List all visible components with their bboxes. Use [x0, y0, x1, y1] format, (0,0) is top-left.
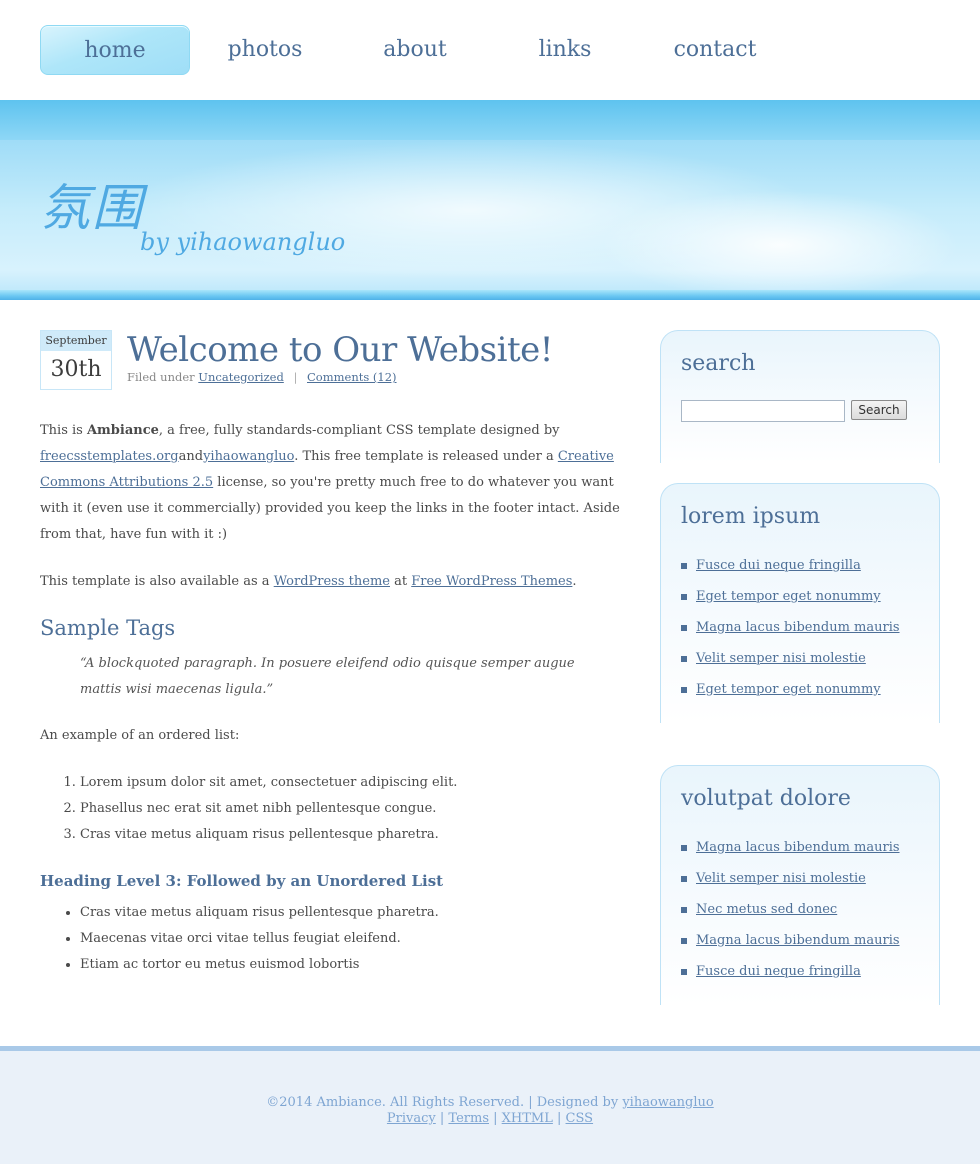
text: This template is also available as a: [40, 574, 274, 589]
sidebar-link[interactable]: Magna lacus bibendum mauris: [696, 840, 900, 855]
list-item: Magna lacus bibendum mauris: [681, 612, 900, 643]
sidebar-link[interactable]: Velit semper nisi molestie: [696, 871, 866, 886]
unordered-list-item: Cras vitae metus aliquam risus pellentes…: [80, 900, 625, 926]
footer-separator: |: [435, 1111, 449, 1126]
meta-separator: |: [293, 370, 298, 384]
heading-level-3: Heading Level 3: Followed by an Unordere…: [40, 872, 444, 890]
site-subtitle: by yihaowangluo: [140, 228, 346, 256]
search-title: search: [681, 351, 756, 376]
footer-copyright: ©2014 Ambiance. All Rights Reserved. | D…: [0, 1095, 980, 1111]
footer-links: Privacy | Terms | XHTML | CSS: [0, 1111, 980, 1127]
footer-link-privacy[interactable]: Privacy: [387, 1111, 436, 1126]
list-item: Magna lacus bibendum mauris: [681, 832, 900, 863]
post-title: Welcome to Our Website!: [127, 330, 553, 370]
nav-item-about[interactable]: about: [340, 25, 490, 75]
post-date-day: 30th: [50, 357, 102, 382]
brand-name: Ambiance: [86, 423, 159, 438]
search-button[interactable]: Search: [851, 400, 907, 420]
volutpat-dolore-list: Magna lacus bibendum mauris Velit semper…: [681, 832, 900, 987]
lorem-ipsum-box: lorem ipsum Fusce dui neque fringilla Eg…: [660, 483, 940, 723]
unordered-list: Cras vitae metus aliquam risus pellentes…: [80, 900, 625, 978]
search-box: search Search: [660, 330, 940, 463]
sidebar-link[interactable]: Magna lacus bibendum mauris: [696, 933, 900, 948]
list-item: Velit semper nisi molestie: [681, 643, 900, 674]
ordered-list-item: Phasellus nec erat sit amet nibh pellent…: [80, 796, 625, 822]
nav-item-contact[interactable]: contact: [640, 25, 790, 75]
list-item: Nec metus sed donec: [681, 894, 900, 925]
header-banner: 氛围 by yihaowangluo: [0, 100, 980, 300]
text: at: [389, 574, 412, 589]
footer: ©2014 Ambiance. All Rights Reserved. | D…: [0, 1046, 980, 1164]
post-body: This is Ambiance, a free, fully standard…: [40, 418, 625, 978]
freecsstemplates-link[interactable]: freecsstemplates.org: [40, 449, 179, 464]
site-title: 氛围: [40, 179, 144, 237]
list-item: Eget tempor eget nonummy: [681, 581, 900, 612]
volutpat-dolore-title: volutpat dolore: [681, 786, 851, 811]
banner-top-strip: [0, 100, 980, 140]
nav-item-photos[interactable]: photos: [190, 25, 340, 75]
sidebar-link[interactable]: Fusce dui neque fringilla: [696, 558, 861, 573]
filed-under-label: Filed under: [127, 370, 195, 384]
unordered-list-item: Maecenas vitae orci vitae tellus feugiat…: [80, 926, 625, 952]
blockquote: “A blockquoted paragraph. In posuere ele…: [80, 656, 575, 697]
free-wordpress-themes-link[interactable]: Free WordPress Themes: [411, 574, 572, 589]
post-date: September 30th: [40, 330, 112, 390]
text: . This free template is released under a: [294, 449, 558, 464]
sidebar-link[interactable]: Nec metus sed donec: [696, 902, 837, 917]
banner-cloud-highlight: [600, 190, 960, 300]
ordered-list-item: Lorem ipsum dolor sit amet, consectetuer…: [80, 770, 625, 796]
text: .: [572, 574, 577, 589]
ordered-list: Lorem ipsum dolor sit amet, consectetuer…: [80, 770, 625, 848]
ordered-list-intro: An example of an ordered list:: [40, 728, 240, 743]
list-item: Eget tempor eget nonummy: [681, 674, 900, 705]
wordpress-paragraph: This template is also available as a Wor…: [40, 569, 625, 595]
volutpat-dolore-box: volutpat dolore Magna lacus bibendum mau…: [660, 765, 940, 1005]
list-item: Fusce dui neque fringilla: [681, 956, 900, 987]
intro-paragraph: This is Ambiance, a free, fully standard…: [40, 418, 625, 548]
comments-link[interactable]: Comments (12): [307, 370, 397, 384]
unordered-list-item: Etiam ac tortor eu metus euismod loborti…: [80, 952, 625, 978]
sidebar-link[interactable]: Magna lacus bibendum mauris: [696, 620, 900, 635]
sidebar-link[interactable]: Velit semper nisi molestie: [696, 651, 866, 666]
sidebar-link[interactable]: Eget tempor eget nonummy: [696, 682, 881, 697]
search-input[interactable]: [681, 400, 845, 422]
text: and: [178, 449, 204, 464]
wordpress-theme-link[interactable]: WordPress theme: [274, 574, 390, 589]
footer-link-css[interactable]: CSS: [566, 1111, 594, 1126]
nav-item-links[interactable]: links: [490, 25, 640, 75]
lorem-ipsum-list: Fusce dui neque fringilla Eget tempor eg…: [681, 550, 900, 705]
ordered-list-item: Cras vitae metus aliquam risus pellentes…: [80, 822, 625, 848]
list-item: Magna lacus bibendum mauris: [681, 925, 900, 956]
footer-separator: |: [489, 1111, 502, 1126]
footer-designer-link[interactable]: yihaowangluo: [622, 1095, 713, 1110]
category-link[interactable]: Uncategorized: [198, 370, 284, 384]
sidebar-link[interactable]: Fusce dui neque fringilla: [696, 964, 861, 979]
list-item: Fusce dui neque fringilla: [681, 550, 900, 581]
banner-bottom-strip: [0, 290, 980, 300]
post-meta: Filed under Uncategorized | Comments (12…: [127, 368, 397, 386]
footer-link-terms[interactable]: Terms: [448, 1111, 489, 1126]
top-navigation: home photos about links contact: [0, 0, 980, 100]
sidebar-link[interactable]: Eget tempor eget nonummy: [696, 589, 881, 604]
sample-tags-heading: Sample Tags: [40, 616, 176, 640]
nav-item-home[interactable]: home: [40, 25, 190, 75]
list-item: Velit semper nisi molestie: [681, 863, 900, 894]
copyright-text: ©2014 Ambiance. All Rights Reserved. | D…: [266, 1095, 623, 1110]
lorem-ipsum-title: lorem ipsum: [681, 504, 821, 529]
footer-separator: |: [552, 1111, 566, 1126]
yihaowangluo-link[interactable]: yihaowangluo: [203, 449, 294, 464]
text: This is: [40, 423, 87, 438]
footer-link-xhtml[interactable]: XHTML: [502, 1111, 553, 1126]
post-date-month: September: [41, 331, 111, 351]
text: , a free, fully standards-compliant CSS …: [158, 423, 560, 438]
